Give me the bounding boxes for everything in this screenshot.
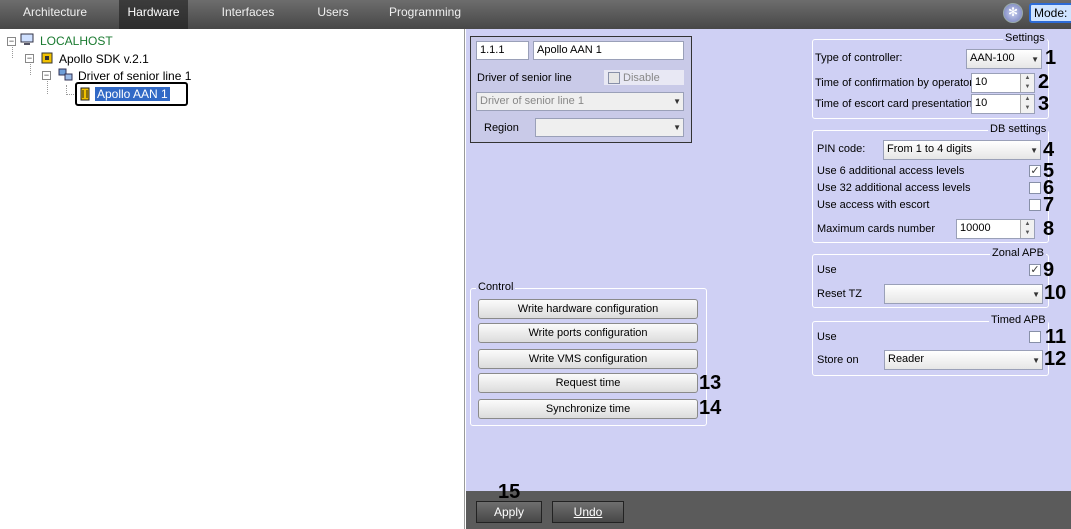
reset-tz-select[interactable]: ▼: [884, 284, 1043, 304]
pin-code-select[interactable]: From 1 to 4 digits ▼: [883, 140, 1041, 160]
zonal-use-label: Use: [817, 264, 837, 276]
tab-hardware[interactable]: Hardware: [119, 0, 188, 29]
callout-number: 1: [1045, 47, 1057, 69]
callout-number: 10: [1044, 282, 1067, 304]
gear-icon[interactable]: [1003, 3, 1023, 23]
zonal-use-checkbox[interactable]: ✓: [1029, 264, 1041, 276]
device-name-field[interactable]: Apollo AAN 1: [533, 41, 684, 60]
use6-label: Use 6 additional access levels: [817, 165, 965, 177]
mode-indicator[interactable]: Mode: D: [1029, 3, 1071, 23]
request-time-button[interactable]: Request time: [478, 373, 698, 393]
callout-number: 8: [1043, 218, 1055, 240]
tab-interfaces[interactable]: Interfaces: [214, 0, 282, 29]
collapse-icon[interactable]: −: [7, 37, 16, 46]
undo-button[interactable]: Undo: [552, 501, 624, 523]
top-tab-bar: Architecture Hardware Interfaces Users P…: [0, 0, 1071, 29]
write-ports-config-button[interactable]: Write ports configuration: [478, 323, 698, 343]
reset-tz-label: Reset TZ: [817, 288, 863, 300]
settings-title: Settings: [1003, 32, 1047, 44]
callout-number: 9: [1043, 259, 1055, 281]
use32-checkbox[interactable]: [1029, 182, 1041, 194]
callout-number: 14: [699, 397, 722, 419]
chevron-down-icon: ▼: [673, 97, 681, 106]
controller-type-value: AAN-100: [970, 52, 1015, 64]
collapse-icon[interactable]: −: [42, 71, 51, 80]
collapse-icon[interactable]: −: [25, 54, 34, 63]
controller-type-select[interactable]: AAN-100 ▼: [966, 49, 1042, 69]
control-title: Control: [476, 281, 516, 293]
pin-code-label: PIN code:: [817, 143, 866, 155]
chevron-down-icon: ▼: [1032, 356, 1040, 365]
write-vms-config-button[interactable]: Write VMS configuration: [478, 349, 698, 369]
controller-type-label: Type of controller:: [815, 52, 903, 64]
tree-node-driver[interactable]: Driver of senior line 1: [78, 69, 191, 83]
callout-number: 2: [1038, 71, 1050, 93]
tree-node-localhost[interactable]: LOCALHOST: [40, 34, 113, 48]
max-cards-label: Maximum cards number: [817, 223, 935, 235]
zonal-apb-title: Zonal APB: [990, 247, 1046, 259]
device-id-field[interactable]: 1.1.1: [476, 41, 529, 60]
escort-time-value: 10: [975, 97, 988, 109]
spinner-icon[interactable]: ▲ ▼: [1020, 74, 1034, 92]
timed-apb-title: Timed APB: [989, 314, 1048, 326]
escort-time-input[interactable]: 10 ▲ ▼: [971, 94, 1035, 114]
computer-icon: [20, 33, 34, 46]
confirm-time-input[interactable]: 10 ▲ ▼: [971, 73, 1035, 93]
timed-use-checkbox[interactable]: [1029, 331, 1041, 343]
escort-time-label: Time of escort card presentation:: [815, 98, 976, 110]
pin-code-value: From 1 to 4 digits: [887, 143, 972, 155]
store-on-select[interactable]: Reader ▼: [884, 350, 1043, 370]
synchronize-time-button[interactable]: Synchronize time: [478, 399, 698, 419]
driver-network-icon: [58, 68, 73, 81]
disable-checkbox[interactable]: [608, 72, 620, 84]
tree-node-device[interactable]: Apollo AAN 1: [95, 87, 170, 101]
escort-access-checkbox[interactable]: [1029, 199, 1041, 211]
apply-button[interactable]: Apply: [476, 501, 542, 523]
use6-checkbox[interactable]: ✓: [1029, 165, 1041, 177]
driver-select[interactable]: Driver of senior line 1 ▼: [476, 92, 684, 111]
controller-chip-icon: [79, 87, 93, 101]
spinner-icon[interactable]: ▲ ▼: [1020, 95, 1034, 113]
callout-number: 12: [1044, 348, 1067, 370]
tab-users[interactable]: Users: [306, 0, 360, 29]
chevron-down-icon: ▼: [1032, 290, 1040, 299]
callout-number: 7: [1043, 194, 1055, 216]
callout-number: 15: [498, 481, 521, 503]
chevron-down-icon: ▼: [673, 123, 681, 132]
store-on-value: Reader: [888, 353, 925, 365]
store-on-label: Store on: [817, 354, 859, 366]
callout-number: 11: [1045, 326, 1067, 348]
max-cards-input[interactable]: 10000 ▲ ▼: [956, 219, 1035, 239]
use32-label: Use 32 additional access levels: [817, 182, 971, 194]
tree-node-sdk[interactable]: Apollo SDK v.2.1: [59, 52, 149, 66]
chevron-down-icon: ▼: [1031, 55, 1039, 64]
max-cards-value: 10000: [960, 222, 991, 234]
callout-number: 13: [699, 372, 722, 394]
hardware-tree: − LOCALHOST − Apollo SDK v.2.1 − Driver …: [0, 29, 465, 529]
driver-label: Driver of senior line: [477, 72, 572, 84]
chevron-down-icon: ▼: [1030, 146, 1038, 155]
confirm-time-value: 10: [975, 76, 988, 88]
tab-programming[interactable]: Programming: [383, 0, 467, 29]
escort-access-label: Use access with escort: [817, 199, 930, 211]
confirm-time-label: Time of confirmation by operator:: [815, 77, 976, 89]
callout-number: 3: [1038, 93, 1050, 115]
tab-architecture[interactable]: Architecture: [12, 0, 98, 29]
write-hardware-config-button[interactable]: Write hardware configuration: [478, 299, 698, 319]
sdk-chip-icon: [40, 51, 54, 64]
device-properties-box: 1.1.1 Apollo AAN 1 Driver of senior line…: [470, 36, 692, 143]
spinner-icon[interactable]: ▲ ▼: [1020, 220, 1034, 238]
region-label: Region: [484, 122, 519, 134]
disable-label: Disable: [623, 72, 660, 84]
driver-select-value: Driver of senior line 1: [480, 95, 584, 107]
region-select[interactable]: ▼: [535, 118, 684, 137]
callout-number: 4: [1043, 139, 1055, 161]
db-settings-title: DB settings: [988, 123, 1049, 135]
timed-use-label: Use: [817, 331, 837, 343]
